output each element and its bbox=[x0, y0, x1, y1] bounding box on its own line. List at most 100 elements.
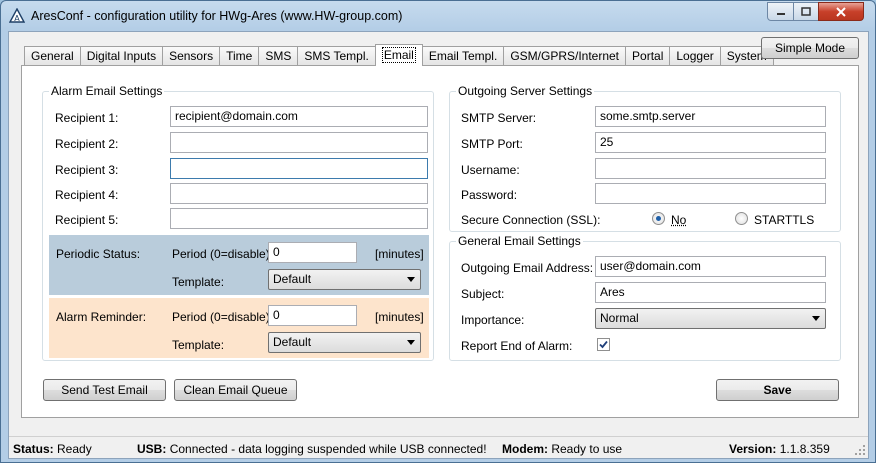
periodic-period-input[interactable]: 0 bbox=[268, 242, 357, 263]
reminder-period-input[interactable]: 0 bbox=[268, 305, 357, 326]
tab-label: GSM/GPRS/Internet bbox=[510, 49, 620, 63]
ssl-no-label[interactable]: No bbox=[671, 213, 686, 227]
recipient-3-label: Recipient 3: bbox=[55, 163, 119, 177]
simple-mode-button[interactable]: Simple Mode bbox=[761, 37, 859, 59]
group-title: Outgoing Server Settings bbox=[456, 84, 595, 98]
tab-label: Logger bbox=[676, 49, 714, 63]
recipient-3-input[interactable] bbox=[170, 158, 428, 179]
recipient-2-label: Recipient 2: bbox=[55, 137, 119, 151]
periodic-status-section: Periodic Status: Period (0=disable): 0 [… bbox=[49, 235, 429, 295]
subject-input[interactable]: Ares bbox=[595, 282, 826, 303]
version-value: 1.1.8.359 bbox=[779, 442, 830, 456]
recipient-5-input[interactable] bbox=[170, 208, 428, 229]
ssl-starttls-radio[interactable] bbox=[735, 212, 748, 225]
username-input[interactable] bbox=[595, 158, 826, 179]
recipient-4-input[interactable] bbox=[170, 183, 428, 204]
email-address-input[interactable]: user@domain.com bbox=[595, 256, 826, 277]
app-logo-icon: A bbox=[9, 8, 25, 23]
tab-label: Sensors bbox=[169, 49, 214, 63]
smtp-port-input[interactable]: 25 bbox=[595, 132, 826, 153]
reminder-period-label: Period (0=disable): bbox=[172, 310, 274, 324]
save-button[interactable]: Save bbox=[716, 379, 839, 401]
window-title: AresConf - configuration utility for HWg… bbox=[31, 9, 403, 23]
recipient-4-label: Recipient 4: bbox=[55, 188, 119, 202]
tab-digital-inputs[interactable]: Digital Inputs bbox=[79, 46, 164, 66]
maximize-button[interactable] bbox=[793, 2, 819, 21]
send-test-email-label: Send Test Email bbox=[61, 383, 148, 397]
periodic-template-select[interactable]: Default bbox=[268, 269, 421, 290]
version-field: Version: 1.1.8.359 bbox=[729, 442, 830, 456]
reminder-template-select[interactable]: Default bbox=[268, 332, 421, 353]
status-label: Status: bbox=[13, 442, 54, 456]
email-tab-panel: Alarm Email Settings Recipient 1: recipi… bbox=[21, 65, 859, 418]
recipient-2-input[interactable] bbox=[170, 132, 428, 153]
tab-sensors[interactable]: Sensors bbox=[162, 46, 221, 66]
status-field: Status: Ready bbox=[13, 442, 92, 456]
resize-grip-icon[interactable] bbox=[854, 444, 866, 456]
tab-label: Time bbox=[226, 49, 253, 63]
report-end-checkbox[interactable] bbox=[597, 338, 610, 351]
recipient-5-label: Recipient 5: bbox=[55, 213, 119, 227]
periodic-period-label: Period (0=disable): bbox=[172, 247, 274, 261]
reminder-template-value: Default bbox=[273, 335, 312, 349]
tab-label: General bbox=[31, 49, 74, 63]
username-label: Username: bbox=[461, 163, 520, 177]
tab-email[interactable]: Email bbox=[374, 44, 423, 66]
group-title: General Email Settings bbox=[456, 234, 583, 248]
chevron-down-icon bbox=[407, 277, 415, 282]
alarm-reminder-section: Alarm Reminder: Period (0=disable): 0 [m… bbox=[49, 298, 429, 358]
minimize-button[interactable] bbox=[767, 2, 794, 21]
tab-general[interactable]: General bbox=[24, 46, 81, 66]
tab-label: Digital Inputs bbox=[86, 49, 157, 63]
app-window: A AresConf - configuration utility for H… bbox=[0, 0, 876, 463]
general-email-settings-group: General Email Settings Outgoing Email Ad… bbox=[449, 234, 841, 361]
password-label: Password: bbox=[461, 188, 518, 202]
smtp-server-input[interactable]: some.smtp.server bbox=[595, 106, 826, 127]
periodic-unit-label: [minutes] bbox=[375, 247, 424, 261]
svg-text:A: A bbox=[14, 14, 20, 23]
tab-label: Email Templ. bbox=[428, 49, 498, 63]
client-area: General Digital Inputs Sensors Time SMS SMS T… bbox=[8, 31, 869, 459]
ssl-starttls-label[interactable]: STARTTLS bbox=[754, 213, 814, 227]
outgoing-server-settings-group: Outgoing Server Settings SMTP Server: so… bbox=[449, 84, 841, 232]
smtp-port-label: SMTP Port: bbox=[461, 137, 523, 151]
usb-value: Connected - data logging suspended while… bbox=[169, 442, 487, 456]
close-button[interactable] bbox=[818, 2, 864, 21]
recipient-1-label: Recipient 1: bbox=[55, 111, 119, 125]
maximize-icon bbox=[801, 7, 811, 16]
ssl-label: Secure Connection (SSL): bbox=[461, 213, 601, 227]
clean-email-queue-button[interactable]: Clean Email Queue bbox=[174, 379, 297, 401]
version-label: Version: bbox=[729, 442, 777, 456]
smtp-server-label: SMTP Server: bbox=[461, 111, 537, 125]
importance-select[interactable]: Normal bbox=[595, 308, 826, 329]
subject-label: Subject: bbox=[461, 287, 505, 301]
tab-sms-templ[interactable]: SMS Templ. bbox=[297, 46, 376, 66]
tab-gsm-gprs-internet[interactable]: GSM/GPRS/Internet bbox=[503, 46, 627, 66]
usb-field: USB: Connected - data logging suspended … bbox=[137, 442, 487, 456]
periodic-template-value: Default bbox=[273, 272, 312, 286]
password-input[interactable] bbox=[595, 183, 826, 204]
tab-time[interactable]: Time bbox=[219, 46, 260, 66]
send-test-email-button[interactable]: Send Test Email bbox=[43, 379, 166, 401]
tab-label: SMS Templ. bbox=[304, 49, 369, 63]
recipient-1-input[interactable]: recipient@domain.com bbox=[170, 106, 428, 127]
close-icon bbox=[836, 6, 846, 17]
tab-sms[interactable]: SMS bbox=[258, 46, 299, 66]
modem-value: Ready to use bbox=[551, 442, 623, 456]
alarm-reminder-label: Alarm Reminder: bbox=[56, 310, 147, 324]
tab-label: Email bbox=[381, 47, 416, 63]
checkmark-icon bbox=[599, 340, 608, 349]
ssl-no-radio[interactable] bbox=[652, 212, 665, 225]
title-bar: A AresConf - configuration utility for H… bbox=[1, 1, 875, 31]
periodic-status-label: Periodic Status: bbox=[56, 247, 141, 261]
reminder-template-label: Template: bbox=[172, 338, 225, 352]
tab-portal[interactable]: Portal bbox=[625, 46, 671, 66]
tab-strip: General Digital Inputs Sensors Time SMS SMS T… bbox=[24, 44, 774, 66]
chevron-down-icon bbox=[812, 316, 820, 321]
group-title: Alarm Email Settings bbox=[49, 84, 165, 98]
tab-label: SMS bbox=[265, 49, 292, 63]
tab-email-templ[interactable]: Email Templ. bbox=[421, 46, 505, 66]
tab-logger[interactable]: Logger bbox=[669, 46, 721, 66]
importance-value: Normal bbox=[600, 311, 639, 325]
tab-label: Portal bbox=[632, 49, 664, 63]
